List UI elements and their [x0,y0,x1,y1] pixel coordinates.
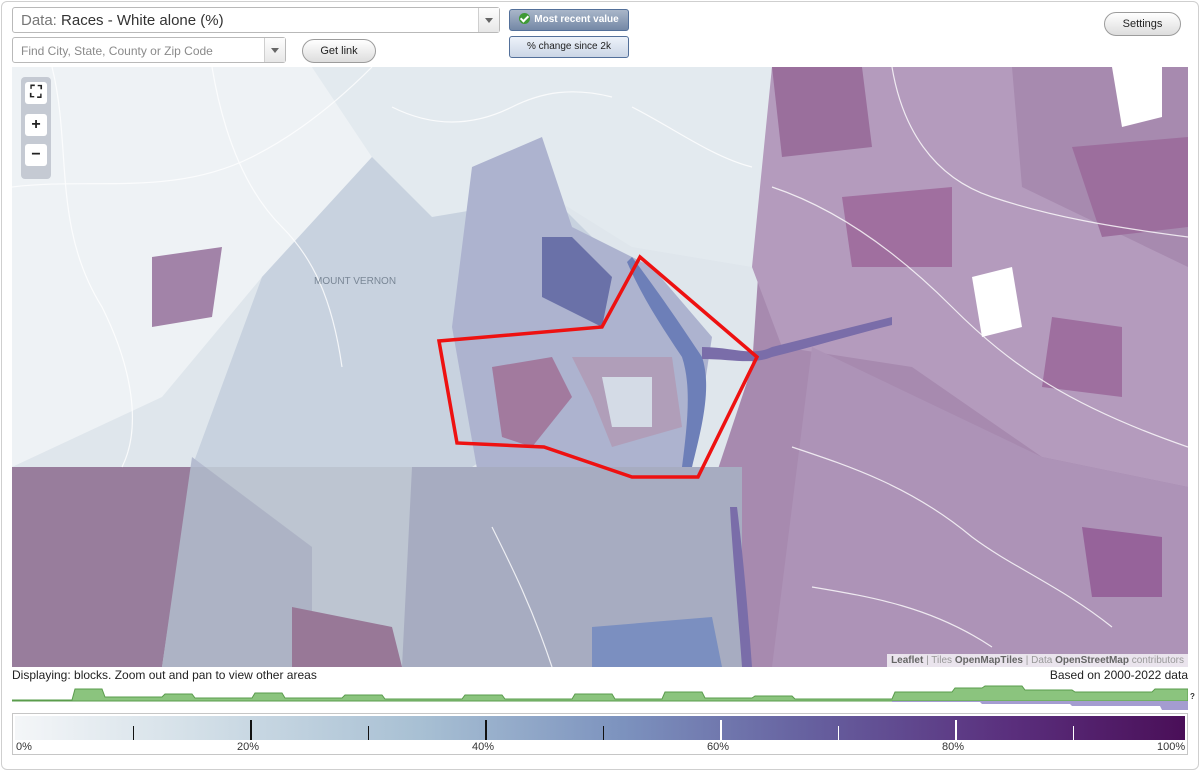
map-canvas[interactable]: MOUNT VERNON [12,67,1188,667]
legend-label-20: 20% [237,741,260,753]
map-region[interactable] [772,67,872,157]
leaflet-link[interactable]: Leaflet [891,655,923,666]
legend-tick [250,720,252,740]
get-link-button[interactable]: Get link [302,39,376,63]
settings-button[interactable]: Settings [1104,12,1181,36]
histogram-bars [12,685,1188,702]
data-years-status: Based on 2000-2022 data [1049,668,1188,682]
zoom-in-button[interactable]: + [25,114,47,136]
legend-color-ramp [15,716,1185,740]
legend-tick [603,726,604,740]
histogram-help-icon[interactable]: ? [1190,692,1195,701]
map-attribution: Leaflet | Tiles OpenMapTiles | Data Open… [887,654,1188,667]
most-recent-value-toggle[interactable]: Most recent value [509,9,629,31]
location-search-input[interactable] [19,41,267,61]
data-select[interactable]: Data: Races - White alone (%) [12,7,500,33]
legend-tick [720,720,722,740]
legend-label-60: 60% [707,741,730,753]
location-search[interactable] [12,37,286,63]
displaying-status: Displaying: blocks. Zoom out and pan to … [12,668,317,682]
choropleth-map[interactable]: MOUNT VERNON ⛶ + − Leaflet | Tiles OpenM… [12,67,1188,667]
color-legend: 0% 20% 40% 60% 80% 100% [12,713,1188,755]
openstreetmap-link[interactable]: OpenStreetMap [1055,655,1129,666]
map-zoom-controls: ⛶ + − [21,77,51,179]
legend-label-80: 80% [942,741,965,753]
location-search-dropdown-button[interactable] [264,38,285,62]
data-select-dropdown-button[interactable] [478,8,499,32]
value-histogram[interactable] [12,684,1188,712]
zoom-out-button[interactable]: − [25,144,47,166]
map-region[interactable] [1042,317,1122,397]
data-select-prefix: Data: [21,12,57,29]
map-region[interactable] [152,247,222,327]
place-label: MOUNT VERNON [314,276,396,287]
legend-label-0: 0% [16,741,32,753]
data-select-value: Races - White alone (%) [61,12,224,29]
data-label: Data [1031,655,1053,666]
legend-tick [955,720,957,740]
chevron-down-icon [271,48,279,53]
fullscreen-button[interactable]: ⛶ [25,82,47,104]
minus-icon: − [31,146,41,163]
plus-icon: + [31,116,41,133]
chevron-down-icon [485,18,493,23]
contributors-label: contributors [1131,655,1184,666]
legend-tick [838,726,839,740]
map-region[interactable] [1082,527,1162,597]
most-recent-value-label: Most recent value [534,14,619,25]
checkmark-icon [519,13,531,24]
legend-tick [133,726,134,740]
legend-label-100: 100% [1157,741,1186,753]
legend-label-40: 40% [472,741,495,753]
histogram-selection [892,701,1188,710]
tiles-label: Tiles [931,655,953,666]
fullscreen-icon: ⛶ [30,84,42,101]
data-select-text: Data: Races - White alone (%) [21,12,224,29]
percent-change-toggle[interactable]: % change since 2k [509,36,629,58]
legend-tick [485,720,487,740]
legend-tick [1073,726,1074,740]
legend-tick [368,726,369,740]
openmaptiles-link[interactable]: OpenMapTiles [955,655,1023,666]
map-region[interactable] [842,187,952,267]
